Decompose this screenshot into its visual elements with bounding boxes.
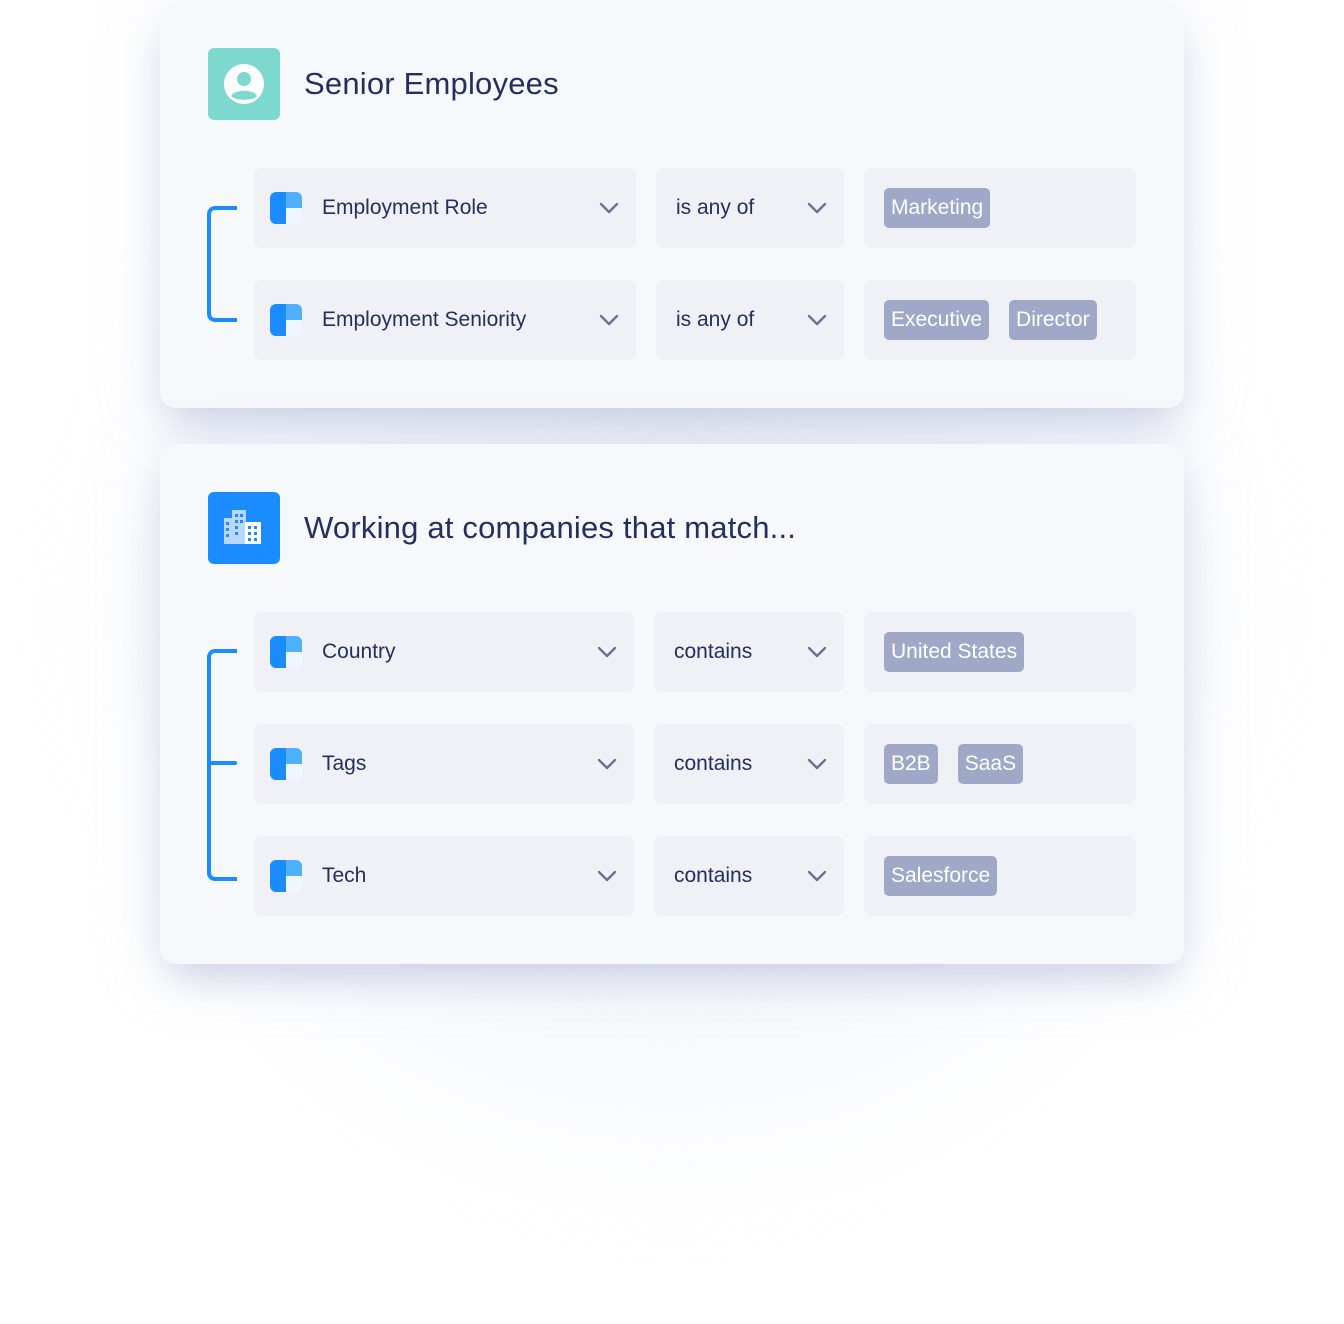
value-chip[interactable]: Director (1009, 300, 1097, 340)
field-type-icon (270, 636, 302, 668)
field-select-value: Tags (322, 752, 367, 775)
value-input[interactable]: United States (864, 612, 1136, 692)
chevron-down-icon[interactable] (598, 313, 620, 327)
value-chip[interactable]: Salesforce (884, 856, 998, 896)
filter-group-senior-employees: Senior Employees Employment Role is any … (160, 2, 1184, 408)
operator-select[interactable]: is any of (656, 168, 844, 248)
operator-select-value: is any of (676, 196, 755, 219)
field-select[interactable]: Employment Role (254, 168, 636, 248)
operator-select-value: contains (674, 640, 753, 663)
chevron-down-icon[interactable] (596, 757, 618, 771)
bracket-connector (207, 761, 237, 765)
chevron-down-icon[interactable] (806, 201, 828, 215)
operator-select[interactable]: contains (654, 612, 844, 692)
field-select[interactable]: Employment Seniority (254, 280, 636, 360)
field-type-icon (270, 192, 302, 224)
chevron-down-icon[interactable] (598, 201, 620, 215)
group-title: Senior Employees (304, 66, 559, 101)
value-chip[interactable]: Executive (884, 300, 990, 340)
operator-select[interactable]: contains (654, 836, 844, 916)
chevron-down-icon[interactable] (596, 645, 618, 659)
value-chip[interactable]: SaaS (957, 744, 1024, 784)
and-bracket (207, 649, 237, 881)
value-input[interactable]: Marketing (864, 168, 1136, 248)
and-bracket (207, 206, 237, 322)
field-select-value: Employment Role (322, 196, 488, 219)
value-input[interactable]: B2B SaaS (864, 724, 1136, 804)
group-title: Working at companies that match... (304, 510, 797, 545)
chevron-down-icon[interactable] (806, 645, 828, 659)
chevron-down-icon[interactable] (596, 869, 618, 883)
value-chip[interactable]: United States (884, 632, 1025, 672)
group-header: Working at companies that match... (208, 492, 796, 564)
value-input[interactable]: Salesforce (864, 836, 1136, 916)
field-select-value: Employment Seniority (322, 308, 527, 331)
chevron-down-icon[interactable] (806, 869, 828, 883)
chevron-down-icon[interactable] (806, 757, 828, 771)
value-chip[interactable]: Marketing (884, 188, 991, 228)
field-type-icon (270, 748, 302, 780)
field-select[interactable]: Tech (254, 836, 634, 916)
field-select-value: Country (322, 640, 396, 663)
chevron-down-icon[interactable] (806, 313, 828, 327)
buildings-icon (208, 492, 280, 564)
operator-select-value: contains (674, 752, 753, 775)
field-select[interactable]: Country (254, 612, 634, 692)
field-type-icon (270, 304, 302, 336)
field-type-icon (270, 860, 302, 892)
user-circle-icon (208, 48, 280, 120)
operator-select[interactable]: contains (654, 724, 844, 804)
value-input[interactable]: Executive Director (864, 280, 1136, 360)
value-chip[interactable]: B2B (884, 744, 938, 784)
group-header: Senior Employees (208, 48, 559, 120)
operator-select[interactable]: is any of (656, 280, 844, 360)
operator-select-value: is any of (676, 308, 755, 331)
field-select[interactable]: Tags (254, 724, 634, 804)
operator-select-value: contains (674, 864, 753, 887)
field-select-value: Tech (322, 864, 367, 887)
filter-group-companies: Working at companies that match... Count… (160, 444, 1184, 964)
